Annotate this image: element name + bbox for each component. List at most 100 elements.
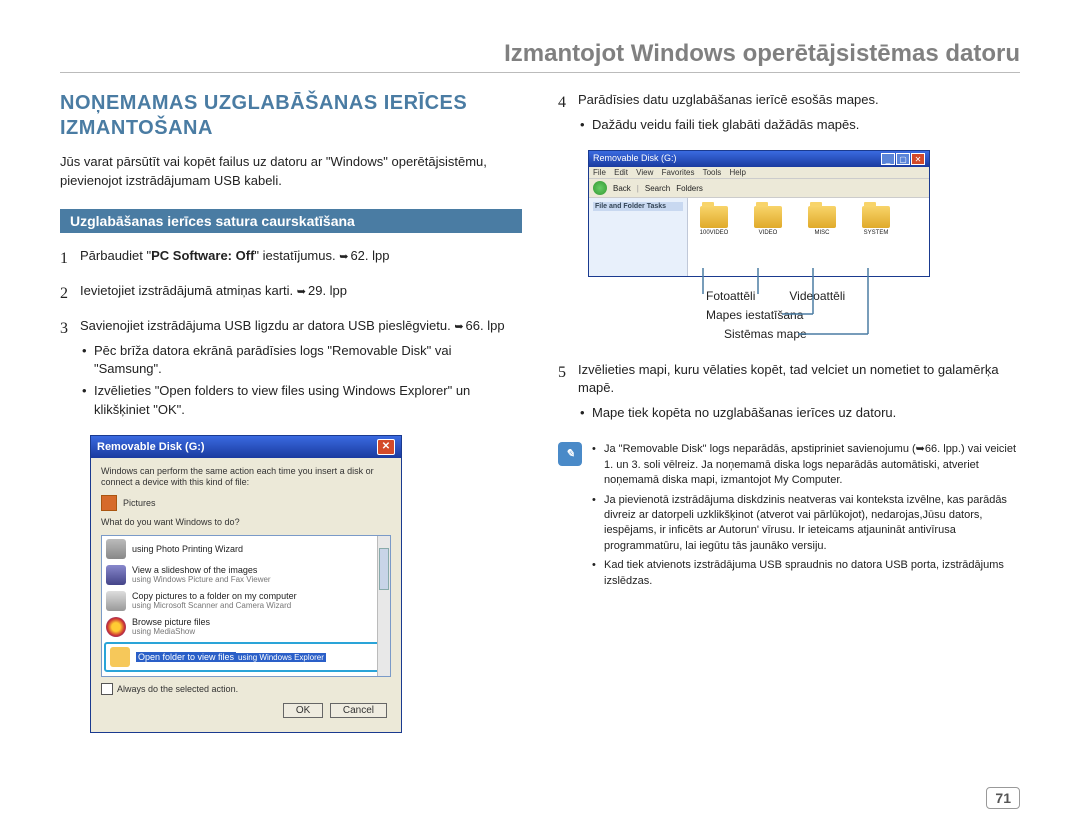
window-buttons: _ ▢ ✕ — [881, 153, 925, 165]
opt-sub: using MediaShow — [132, 627, 210, 636]
dialog-option[interactable]: using Photo Printing Wizard — [102, 536, 390, 562]
note-icon: ✎ — [558, 442, 582, 466]
step-1: 1 Pārbaudiet "PC Software: Off" iestatīj… — [60, 247, 522, 270]
pictures-icon — [101, 495, 117, 511]
ok-button[interactable]: OK — [283, 703, 323, 718]
folder-label: 100VIDEO — [700, 230, 729, 236]
step-text: Ievietojiet izstrādājumā atmiņas karti. — [80, 283, 297, 298]
menu-item[interactable]: File — [593, 168, 606, 177]
step-body: Pārbaudiet "PC Software: Off" iestatījum… — [80, 247, 522, 270]
dialog-file-type: Pictures — [101, 495, 391, 511]
note-list: Ja "Removable Disk" logs neparādās, apst… — [592, 442, 1020, 593]
dialog-title-text: Removable Disk (G:) — [97, 441, 205, 453]
callout-foto: Fotoattēli — [706, 287, 755, 306]
explorer-toolbar[interactable]: Back | Search Folders — [589, 178, 929, 198]
scroll-thumb[interactable] — [379, 548, 389, 590]
manual-page: Izmantojot Windows operētājsistēmas dato… — [0, 0, 1080, 827]
menu-item[interactable]: Favorites — [662, 168, 695, 177]
dialog-question: What do you want Windows to do? — [101, 517, 391, 529]
folder-label: MISC — [815, 230, 830, 236]
menu-item[interactable]: Edit — [614, 168, 628, 177]
page-header: Izmantojot Windows operētājsistēmas dato… — [60, 40, 1020, 73]
explorer-titlebar: Removable Disk (G:) _ ▢ ✕ — [589, 151, 929, 167]
step-bullets: Mape tiek kopēta no uzglabāšanas ierīces… — [578, 404, 1020, 422]
dialog-option-highlighted[interactable]: Open folder to view filesusing Windows E… — [104, 642, 388, 672]
dialog-option[interactable]: Copy pictures to a folder on my computer… — [102, 588, 390, 614]
bullet: Mape tiek kopēta no uzglabāšanas ierīces… — [578, 404, 1020, 422]
dialog-option[interactable]: Browse picture filesusing MediaShow — [102, 614, 390, 640]
section-title: NOŅEMAMAS UZGLABĀŠANAS IERĪCES IZMANTOŠA… — [60, 91, 522, 141]
slideshow-icon — [106, 565, 126, 585]
folder-label: SYSTEM — [864, 230, 889, 236]
folder-label: VIDEO — [759, 230, 778, 236]
maximize-icon[interactable]: ▢ — [896, 153, 910, 165]
right-column: 4 Parādīsies datu uzglabāšanas ierīcē es… — [558, 91, 1020, 733]
opt-text: Browse picture files — [132, 617, 210, 627]
step-number: 2 — [60, 282, 80, 305]
folder-icon — [110, 647, 130, 667]
explorer-title-text: Removable Disk (G:) — [593, 153, 677, 165]
callout-video: Videoattēli — [789, 287, 845, 306]
dialog-option[interactable]: View a slideshow of the imagesusing Wind… — [102, 562, 390, 588]
step-text: Parādīsies datu uzglabāšanas ierīcē esoš… — [578, 92, 879, 107]
explorer-wrap: Removable Disk (G:) _ ▢ ✕ File Edit View… — [588, 150, 1020, 345]
toolbar-label: Back — [613, 184, 631, 193]
opt-text: View a slideshow of the images — [132, 565, 271, 575]
page-ref: 29. lpp — [297, 283, 347, 298]
opt-text: Open folder to view files — [136, 652, 236, 662]
opt-sub: using Microsoft Scanner and Camera Wizar… — [132, 601, 297, 610]
folder-item[interactable]: MISC — [802, 206, 842, 236]
printer-icon — [106, 539, 126, 559]
toolbar-label[interactable]: Search — [645, 184, 670, 193]
close-icon[interactable]: ✕ — [911, 153, 925, 165]
step-text: Savienojiet izstrādājuma USB ligzdu ar d… — [80, 318, 454, 333]
sub-heading: Uzglabāšanas ierīces satura caurskatīšan… — [60, 209, 522, 233]
bullet: Izvēlieties "Open folders to view files … — [80, 382, 522, 418]
back-icon[interactable] — [593, 181, 607, 195]
step-body: Parādīsies datu uzglabāšanas ierīcē esoš… — [578, 91, 1020, 138]
page-number: 71 — [986, 787, 1020, 809]
note-item: Ja "Removable Disk" logs neparādās, apst… — [592, 442, 1020, 488]
content-columns: NOŅEMAMAS UZGLABĀŠANAS IERĪCES IZMANTOŠA… — [60, 91, 1020, 733]
folder-item[interactable]: SYSTEM — [856, 206, 896, 236]
step-text: Pārbaudiet " — [80, 248, 151, 263]
callouts: Fotoattēli Videoattēli Mapes iestatīšana… — [706, 287, 1020, 345]
dialog-options-list[interactable]: using Photo Printing Wizard View a slide… — [101, 535, 391, 677]
cancel-button[interactable]: Cancel — [330, 703, 387, 718]
step-body: Savienojiet izstrādājuma USB ligzdu ar d… — [80, 317, 522, 423]
toolbar-label[interactable]: Folders — [676, 184, 703, 193]
folder-item[interactable]: 100VIDEO — [694, 206, 734, 236]
step-2: 2 Ievietojiet izstrādājumā atmiņas karti… — [60, 282, 522, 305]
opt-text: Copy pictures to a folder on my computer — [132, 591, 297, 601]
checkbox[interactable] — [101, 683, 113, 695]
folder-icon — [862, 206, 890, 228]
menu-item[interactable]: View — [636, 168, 653, 177]
opt-text: using Photo Printing Wizard — [132, 544, 243, 554]
removable-disk-dialog: Removable Disk (G:) ✕ Windows can perfor… — [90, 435, 402, 733]
dialog-body: Windows can perform the same action each… — [91, 458, 401, 732]
always-checkbox-row[interactable]: Always do the selected action. — [101, 683, 391, 695]
page-ref: 62. lpp — [339, 248, 389, 263]
opt-sub: using Windows Picture and Fax Viewer — [132, 575, 271, 584]
folder-icon — [808, 206, 836, 228]
minimize-icon[interactable]: _ — [881, 153, 895, 165]
step-5: 5 Izvēlieties mapi, kuru vēlaties kopēt,… — [558, 361, 1020, 427]
bullet: Pēc brīža datora ekrānā parādīsies logs … — [80, 342, 522, 378]
menu-item[interactable]: Tools — [703, 168, 722, 177]
checkbox-label: Always do the selected action. — [117, 684, 238, 694]
menu-item[interactable]: Help — [730, 168, 746, 177]
step-text2: " iestatījumus. — [254, 248, 339, 263]
folder-item[interactable]: VIDEO — [748, 206, 788, 236]
dialog-titlebar: Removable Disk (G:) ✕ — [91, 436, 401, 458]
explorer-sidebar: File and Folder Tasks — [589, 198, 688, 276]
step-text: Izvēlieties mapi, kuru vēlaties kopēt, t… — [578, 362, 999, 396]
scanner-icon — [106, 591, 126, 611]
step-bullets: Dažādu veidu faili tiek glabāti dažādās … — [578, 116, 1020, 134]
scrollbar[interactable] — [377, 536, 390, 676]
close-icon[interactable]: ✕ — [377, 439, 395, 455]
explorer-menu[interactable]: File Edit View Favorites Tools Help — [589, 167, 929, 178]
sidebar-title: File and Folder Tasks — [593, 202, 683, 211]
folder-icon — [754, 206, 782, 228]
step-4: 4 Parādīsies datu uzglabāšanas ierīcē es… — [558, 91, 1020, 138]
explorer-content[interactable]: 100VIDEO VIDEO MISC SYSTEM — [688, 198, 929, 276]
